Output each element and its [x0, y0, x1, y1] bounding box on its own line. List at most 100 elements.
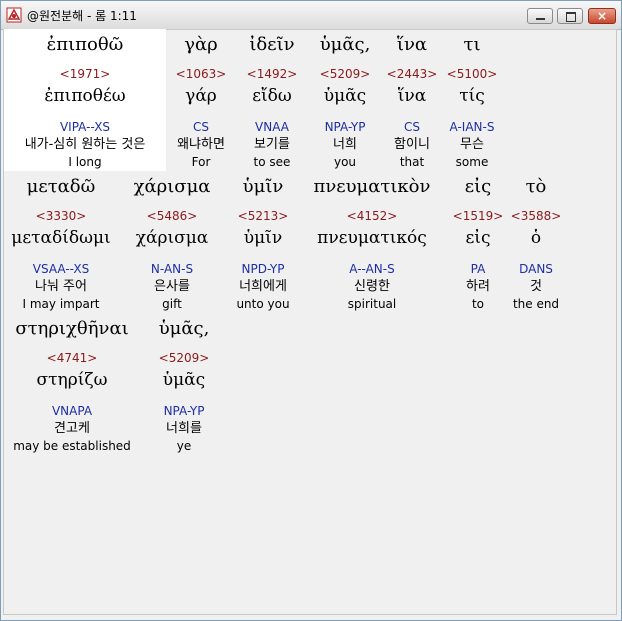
strong-number[interactable]: <1519> — [448, 206, 508, 226]
parse-code: VNAA — [255, 120, 289, 134]
greek-word: χάρισμα — [133, 176, 211, 197]
lemma: γάρ — [185, 86, 217, 106]
word-block[interactable]: πνευματικὸν <4152> πνευματικός A--AN-S 신… — [304, 174, 440, 313]
korean-gloss: 왜냐하면 — [177, 137, 225, 152]
parse-code: NPD-YP — [241, 262, 285, 276]
parse-code: VNAPA — [51, 404, 93, 418]
lemma: ἵνα — [397, 86, 427, 106]
korean-gloss: 견고케 — [54, 421, 90, 436]
minimize-icon — [536, 18, 545, 20]
greek-word: τι — [463, 34, 481, 55]
lemma: πνευματικός — [317, 228, 427, 248]
word-block[interactable]: ὑμῖν <5213> ὑμῖν NPD-YP 너희에게 unto you — [226, 174, 300, 313]
parse-code: A--AN-S — [349, 262, 395, 276]
lemma: μεταδίδωμι — [11, 228, 111, 248]
title-bar[interactable]: @원전분해 - 롬 1:11 × — [1, 1, 621, 30]
word-block[interactable]: ὑμᾶς, <5209> ὑμᾶς NPA-YP 너희를 ye — [150, 316, 218, 455]
lemma: τίς — [459, 86, 485, 106]
korean-gloss: 너희를 — [166, 421, 202, 436]
strong-number[interactable]: <1063> — [168, 64, 234, 84]
greek-word: μεταδῶ — [26, 176, 96, 197]
strong-number[interactable]: <1492> — [238, 64, 306, 84]
greek-word: ὑμᾶς, — [158, 318, 210, 339]
english-gloss: unto you — [236, 297, 290, 311]
lemma: ἐπιποθέω — [44, 86, 126, 106]
english-gloss: to see — [253, 155, 291, 169]
english-gloss: some — [455, 155, 489, 169]
strong-number[interactable]: <3330> — [6, 206, 116, 226]
strong-number[interactable]: <5100> — [442, 64, 502, 84]
strong-number[interactable]: <5486> — [126, 206, 218, 226]
strong-number[interactable]: <5209> — [150, 348, 218, 368]
parse-code: A-IAN-S — [449, 120, 495, 134]
greek-word: τὸ — [525, 176, 547, 197]
korean-gloss: 은사를 — [154, 279, 190, 294]
greek-word: ἰδεῖν — [249, 34, 295, 55]
korean-gloss: 보기를 — [254, 137, 290, 152]
greek-word: ἵνα — [396, 34, 428, 55]
korean-gloss: 너희 — [333, 137, 357, 152]
word-block[interactable]: εἰς <1519> εἰς PA 하려 to — [448, 174, 508, 313]
window-title: @원전분해 - 롬 1:11 — [27, 9, 137, 23]
korean-gloss: 것 — [530, 279, 542, 294]
english-gloss: the end — [512, 297, 560, 311]
greek-word: ὑμᾶς, — [319, 34, 371, 55]
english-gloss: to — [471, 297, 485, 311]
greek-word: πνευματικὸν — [313, 176, 431, 197]
korean-gloss: 무슨 — [460, 137, 484, 152]
word-block[interactable]: τι <5100> τίς A-IAN-S 무슨 some — [442, 32, 502, 171]
word-block[interactable]: μεταδῶ <3330> μεταδίδωμι VSAA--XS 나눠 주어 … — [6, 174, 116, 313]
strong-number[interactable]: <4152> — [304, 206, 440, 226]
maximize-button[interactable] — [557, 8, 583, 24]
lemma: εἴδω — [252, 86, 292, 106]
greek-word: γὰρ — [184, 34, 218, 55]
strong-number[interactable]: <3588> — [508, 206, 564, 226]
english-gloss: that — [399, 155, 425, 169]
minimize-button[interactable] — [527, 8, 553, 24]
word-block[interactable]: ἰδεῖν <1492> εἴδω VNAA 보기를 to see — [238, 32, 306, 171]
parse-code: PA — [470, 262, 486, 276]
greek-word: ὑμῖν — [242, 176, 284, 197]
lemma: χάρισμα — [135, 228, 209, 248]
parse-code: DANS — [519, 262, 553, 276]
strong-number[interactable]: <2443> — [382, 64, 442, 84]
strong-number[interactable]: <4741> — [4, 348, 140, 368]
lemma: ὑμῖν — [243, 228, 283, 248]
word-block[interactable]: ἵνα <2443> ἵνα CS 함이니 that — [382, 32, 442, 171]
english-gloss: For — [191, 155, 211, 169]
english-gloss: I long — [68, 155, 102, 169]
parse-code: N-AN-S — [150, 262, 194, 276]
parse-code: CS — [193, 120, 209, 134]
lemma: ὁ — [530, 228, 542, 248]
greek-word: εἰς — [464, 176, 492, 197]
strong-number[interactable]: <1971> — [4, 64, 166, 84]
lemma: εἰς — [465, 228, 491, 248]
english-gloss: ye — [176, 439, 192, 453]
lemma: ὑμᾶς — [323, 86, 367, 106]
word-block[interactable]: γὰρ <1063> γάρ CS 왜냐하면 For — [168, 32, 234, 171]
maximize-icon — [566, 12, 576, 22]
parse-code: NPA-YP — [163, 404, 205, 418]
english-gloss: may be established — [13, 439, 131, 453]
english-gloss: gift — [162, 297, 182, 311]
word-block[interactable]: χάρισμα <5486> χάρισμα N-AN-S 은사를 gift — [126, 174, 218, 313]
close-button[interactable]: × — [588, 8, 616, 24]
strong-number[interactable]: <5213> — [226, 206, 300, 226]
greek-word: ἐπιποθῶ — [46, 34, 124, 55]
word-block[interactable]: τὸ <3588> ὁ DANS 것 the end — [508, 174, 564, 313]
parse-code: VSAA--XS — [32, 262, 90, 276]
korean-gloss: 내가-심히 원하는 것은 — [24, 137, 146, 152]
korean-gloss: 함이니 — [394, 137, 430, 152]
korean-gloss: 나눠 주어 — [35, 279, 87, 294]
lemma: ὑμᾶς — [162, 370, 206, 390]
english-gloss: you — [333, 155, 357, 169]
word-block[interactable]: ἐπιποθῶ <1971> ἐπιποθέω VIPA--XS 내가-심히 원… — [4, 32, 166, 171]
word-block[interactable]: στηριχθῆναι <4741> στηρίζω VNAPA 견고케 may… — [4, 316, 140, 455]
parse-code: VIPA--XS — [59, 120, 111, 134]
strong-number[interactable]: <5209> — [310, 64, 380, 84]
parse-code: CS — [404, 120, 420, 134]
korean-gloss: 신령한 — [354, 279, 390, 294]
lemma: στηρίζω — [36, 370, 108, 390]
korean-gloss: 하려 — [466, 279, 490, 294]
word-block[interactable]: ὑμᾶς, <5209> ὑμᾶς NPA-YP 너희 you — [310, 32, 380, 171]
